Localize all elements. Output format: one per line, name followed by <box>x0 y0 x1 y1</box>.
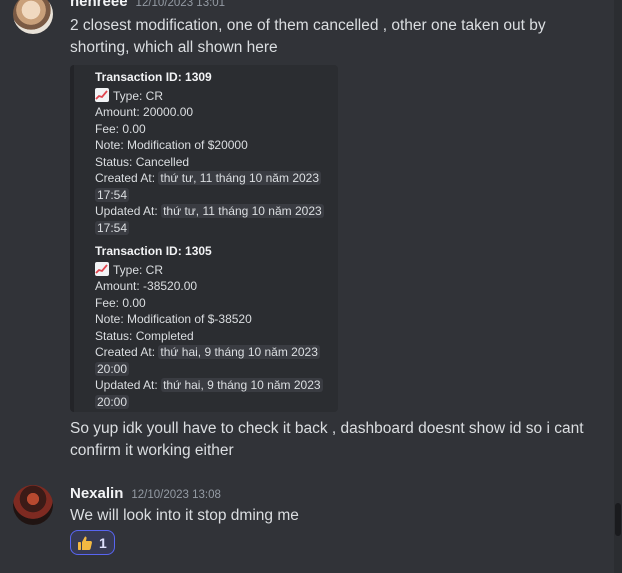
transaction-title: Transaction ID: 1309 <box>95 70 212 84</box>
transaction-block: Transaction ID: 1309 Type: CR Amount: 20… <box>95 69 335 236</box>
message-text: So yup idk youll have to check it back ,… <box>70 420 584 459</box>
thumbs-up-icon <box>78 536 92 550</box>
timestamp: 12/10/2023 13:01 <box>135 0 226 9</box>
created-time[interactable]: 17:54 <box>95 187 130 202</box>
username[interactable]: henreee <box>70 0 128 10</box>
username[interactable]: Nexalin <box>70 485 123 502</box>
type-label: Type: CR <box>113 88 164 103</box>
transaction-note: Note: Modification of $20000 <box>95 138 248 152</box>
created-label: Created At: <box>95 345 156 359</box>
updated-date[interactable]: thứ hai, 9 tháng 10 năm 2023 <box>161 378 323 392</box>
created-date[interactable]: thứ tư, 11 tháng 10 năm 2023 <box>158 171 322 185</box>
created-time-row: 17:54 <box>95 187 335 204</box>
transaction-amount: Amount: 20000.00 <box>95 105 194 119</box>
message-header: Nexalin 12/10/2023 13:08 <box>70 485 221 502</box>
updated-time[interactable]: 17:54 <box>95 220 130 235</box>
transaction-title: Transaction ID: 1305 <box>95 244 212 258</box>
created-date[interactable]: thứ hai, 9 tháng 10 năm 2023 <box>158 345 320 359</box>
message-text: 2 closest modification, one of them canc… <box>70 17 546 56</box>
created-time-row: 20:00 <box>95 361 335 378</box>
transaction-status: Status: Completed <box>95 328 194 343</box>
updated-time[interactable]: 20:00 <box>95 394 130 409</box>
transaction-embed: Transaction ID: 1309 Type: CR Amount: 20… <box>70 65 338 412</box>
created-at: Created At: thứ hai, 9 tháng 10 năm 2023 <box>95 344 335 361</box>
message-text: We will look into it stop dming me <box>70 507 299 524</box>
updated-time-row: 17:54 <box>95 220 335 237</box>
transaction-type: Type: CR <box>95 261 335 279</box>
transaction-fee: Fee: 0.00 <box>95 295 146 310</box>
updated-label: Updated At: <box>95 378 158 392</box>
scrollbar[interactable] <box>614 0 622 573</box>
transaction-status: Status: Cancelled <box>95 154 190 169</box>
reaction-button[interactable]: 1 <box>70 530 115 555</box>
created-label: Created At: <box>95 171 156 185</box>
embed-content: Transaction ID: 1309 Type: CR Amount: 20… <box>95 69 335 410</box>
updated-at: Updated At: thứ hai, 9 tháng 10 năm 2023 <box>95 377 335 394</box>
transaction-note: Note: Modification of $-38520 <box>95 312 252 326</box>
transaction-block: Transaction ID: 1305 Type: CR Amount: -3… <box>95 243 335 410</box>
chart-increasing-icon <box>95 87 109 102</box>
message-header: henreee 12/10/2023 13:01 <box>70 0 225 10</box>
updated-date[interactable]: thứ tư, 11 tháng 10 năm 2023 <box>161 204 324 218</box>
created-at: Created At: thứ tư, 11 tháng 10 năm 2023 <box>95 170 335 187</box>
updated-at: Updated At: thứ tư, 11 tháng 10 năm 2023 <box>95 203 335 220</box>
updated-label: Updated At: <box>95 204 158 218</box>
avatar[interactable] <box>13 0 53 34</box>
updated-time-row: 20:00 <box>95 394 335 411</box>
transaction-amount: Amount: -38520.00 <box>95 279 198 293</box>
chat-window: henreee 12/10/2023 13:01 2 closest modif… <box>0 0 622 573</box>
scrollbar-thumb[interactable] <box>615 503 621 536</box>
type-label: Type: CR <box>113 262 164 277</box>
chart-increasing-icon <box>95 261 109 276</box>
created-time[interactable]: 20:00 <box>95 361 130 376</box>
timestamp: 12/10/2023 13:08 <box>131 489 221 501</box>
transaction-fee: Fee: 0.00 <box>95 121 146 136</box>
transaction-type: Type: CR <box>95 87 335 105</box>
avatar[interactable] <box>13 485 53 525</box>
reaction-count: 1 <box>99 534 107 551</box>
